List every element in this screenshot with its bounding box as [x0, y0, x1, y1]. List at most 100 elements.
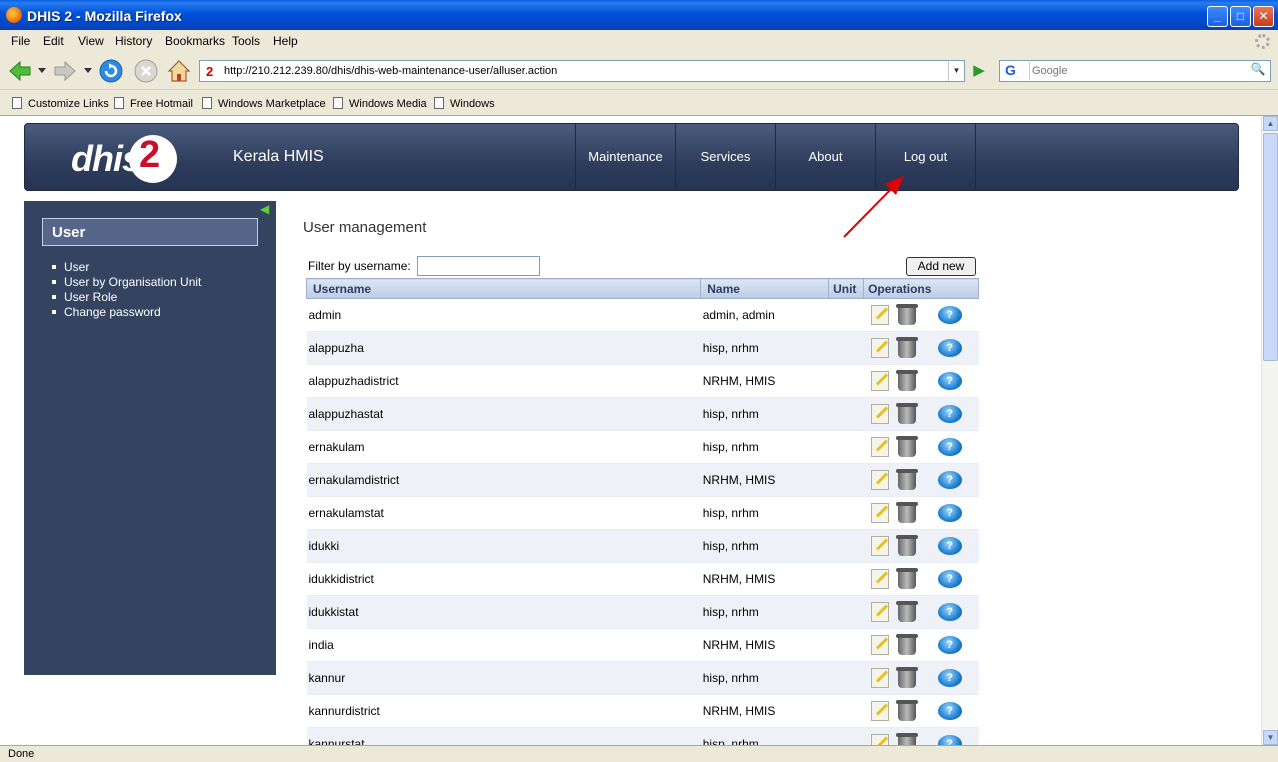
column-unit[interactable]: Unit — [828, 278, 865, 299]
delete-icon[interactable] — [895, 700, 918, 721]
scroll-up-arrow-icon[interactable]: ▲ — [1263, 116, 1278, 131]
delete-icon[interactable] — [895, 535, 918, 556]
forward-arrow-icon[interactable] — [53, 60, 77, 82]
bookmark-windows-media[interactable]: Windows Media — [333, 97, 427, 110]
delete-icon[interactable] — [895, 304, 918, 325]
column-name[interactable]: Name — [700, 278, 830, 299]
stop-icon[interactable] — [133, 58, 159, 84]
back-history-dropdown-icon[interactable] — [38, 68, 46, 74]
maximize-button[interactable]: □ — [1230, 6, 1251, 27]
column-operations: Operations — [863, 278, 979, 299]
menu-item-user-by-org-unit[interactable]: User by Organisation Unit — [52, 275, 201, 290]
menu-file[interactable]: File — [11, 34, 30, 48]
reload-icon[interactable] — [98, 58, 124, 84]
info-icon[interactable]: ? — [937, 603, 962, 621]
forward-history-dropdown-icon[interactable] — [84, 68, 92, 74]
delete-icon[interactable] — [895, 403, 918, 424]
scrollbar-thumb[interactable] — [1263, 133, 1278, 361]
menu-view[interactable]: View — [78, 34, 104, 48]
info-icon[interactable]: ? — [937, 735, 962, 745]
table-row: ernakulamdistrict NRHM, HMIS? — [306, 463, 979, 497]
close-button[interactable]: ✕ — [1253, 6, 1274, 27]
delete-icon[interactable] — [895, 436, 918, 457]
info-icon[interactable]: ? — [937, 339, 962, 357]
edit-icon[interactable] — [870, 569, 889, 589]
info-icon[interactable]: ? — [937, 372, 962, 390]
delete-icon[interactable] — [895, 601, 918, 622]
edit-icon[interactable] — [870, 305, 889, 325]
edit-icon[interactable] — [870, 470, 889, 490]
cell-name: NRHM, HMIS — [700, 694, 829, 728]
filter-username-input[interactable] — [417, 256, 540, 276]
address-url[interactable]: http://210.212.239.80/dhis/dhis-web-main… — [224, 65, 557, 77]
edit-icon[interactable] — [870, 503, 889, 523]
edit-icon[interactable] — [870, 701, 889, 721]
nav-log-out[interactable]: Log out — [875, 124, 975, 190]
edit-icon[interactable] — [870, 437, 889, 457]
menu-history[interactable]: History — [115, 34, 152, 48]
delete-icon[interactable] — [895, 568, 918, 589]
vertical-scrollbar[interactable]: ▲ ▼ — [1261, 116, 1278, 745]
dhis-logo[interactable]: dhis 2 — [71, 134, 183, 183]
address-dropdown-icon[interactable]: ▼ — [948, 61, 964, 81]
info-icon[interactable]: ? — [937, 405, 962, 423]
info-icon[interactable]: ? — [937, 306, 962, 324]
search-input[interactable] — [1032, 63, 1242, 79]
search-magnifier-icon[interactable]: 🔍 — [1248, 62, 1268, 80]
table-row: india NRHM, HMIS? — [306, 628, 979, 662]
edit-icon[interactable] — [870, 668, 889, 688]
info-icon[interactable]: ? — [937, 504, 962, 522]
bookmark-windows[interactable]: Windows — [434, 97, 495, 110]
info-icon[interactable]: ? — [937, 636, 962, 654]
edit-icon[interactable] — [870, 404, 889, 424]
page-icon — [333, 97, 343, 109]
info-icon[interactable]: ? — [937, 669, 962, 687]
info-icon[interactable]: ? — [937, 438, 962, 456]
nav-about[interactable]: About — [775, 124, 875, 190]
edit-icon[interactable] — [870, 338, 889, 358]
info-icon[interactable]: ? — [937, 471, 962, 489]
search-engine-icon[interactable]: G — [1002, 62, 1030, 80]
page-icon — [12, 97, 22, 109]
bookmark-free-hotmail[interactable]: Free Hotmail — [114, 97, 193, 110]
bookmark-customize-links[interactable]: Customize Links — [12, 97, 109, 110]
edit-icon[interactable] — [870, 635, 889, 655]
scroll-down-arrow-icon[interactable]: ▼ — [1263, 730, 1278, 745]
collapse-menu-arrow-icon[interactable]: ◀ — [260, 203, 274, 215]
nav-services[interactable]: Services — [675, 124, 775, 190]
delete-icon[interactable] — [895, 502, 918, 523]
info-icon[interactable]: ? — [937, 537, 962, 555]
menu-item-user-role[interactable]: User Role — [52, 290, 201, 305]
menu-tools[interactable]: Tools — [232, 34, 260, 48]
delete-icon[interactable] — [895, 370, 918, 391]
info-icon[interactable]: ? — [937, 702, 962, 720]
bookmark-windows-marketplace[interactable]: Windows Marketplace — [202, 97, 326, 110]
add-new-button[interactable]: Add new — [906, 257, 976, 276]
menu-item-user[interactable]: User — [52, 260, 201, 275]
nav-maintenance[interactable]: Maintenance — [575, 124, 675, 190]
menu-bookmarks[interactable]: Bookmarks — [165, 34, 225, 48]
delete-icon[interactable] — [895, 469, 918, 490]
minimize-button[interactable]: _ — [1207, 6, 1228, 27]
address-bar[interactable]: 2 http://210.212.239.80/dhis/dhis-web-ma… — [199, 60, 965, 82]
menu-edit[interactable]: Edit — [43, 34, 64, 48]
menu-help[interactable]: Help — [273, 34, 298, 48]
cell-unit — [828, 595, 864, 629]
go-button-icon[interactable]: ▶ — [969, 61, 989, 81]
cell-operations: ? — [863, 331, 979, 365]
info-icon[interactable]: ? — [937, 570, 962, 588]
page-title: User management — [303, 219, 427, 236]
column-username[interactable]: Username — [305, 278, 702, 299]
menu-item-change-password[interactable]: Change password — [52, 305, 201, 320]
home-icon[interactable] — [166, 58, 192, 84]
delete-icon[interactable] — [895, 667, 918, 688]
edit-icon[interactable] — [870, 602, 889, 622]
delete-icon[interactable] — [895, 733, 918, 745]
edit-icon[interactable] — [870, 371, 889, 391]
back-arrow-icon[interactable] — [8, 60, 32, 82]
edit-icon[interactable] — [870, 734, 889, 745]
edit-icon[interactable] — [870, 536, 889, 556]
table-row: kannurdistrict NRHM, HMIS? — [306, 694, 979, 728]
delete-icon[interactable] — [895, 337, 918, 358]
delete-icon[interactable] — [895, 634, 918, 655]
